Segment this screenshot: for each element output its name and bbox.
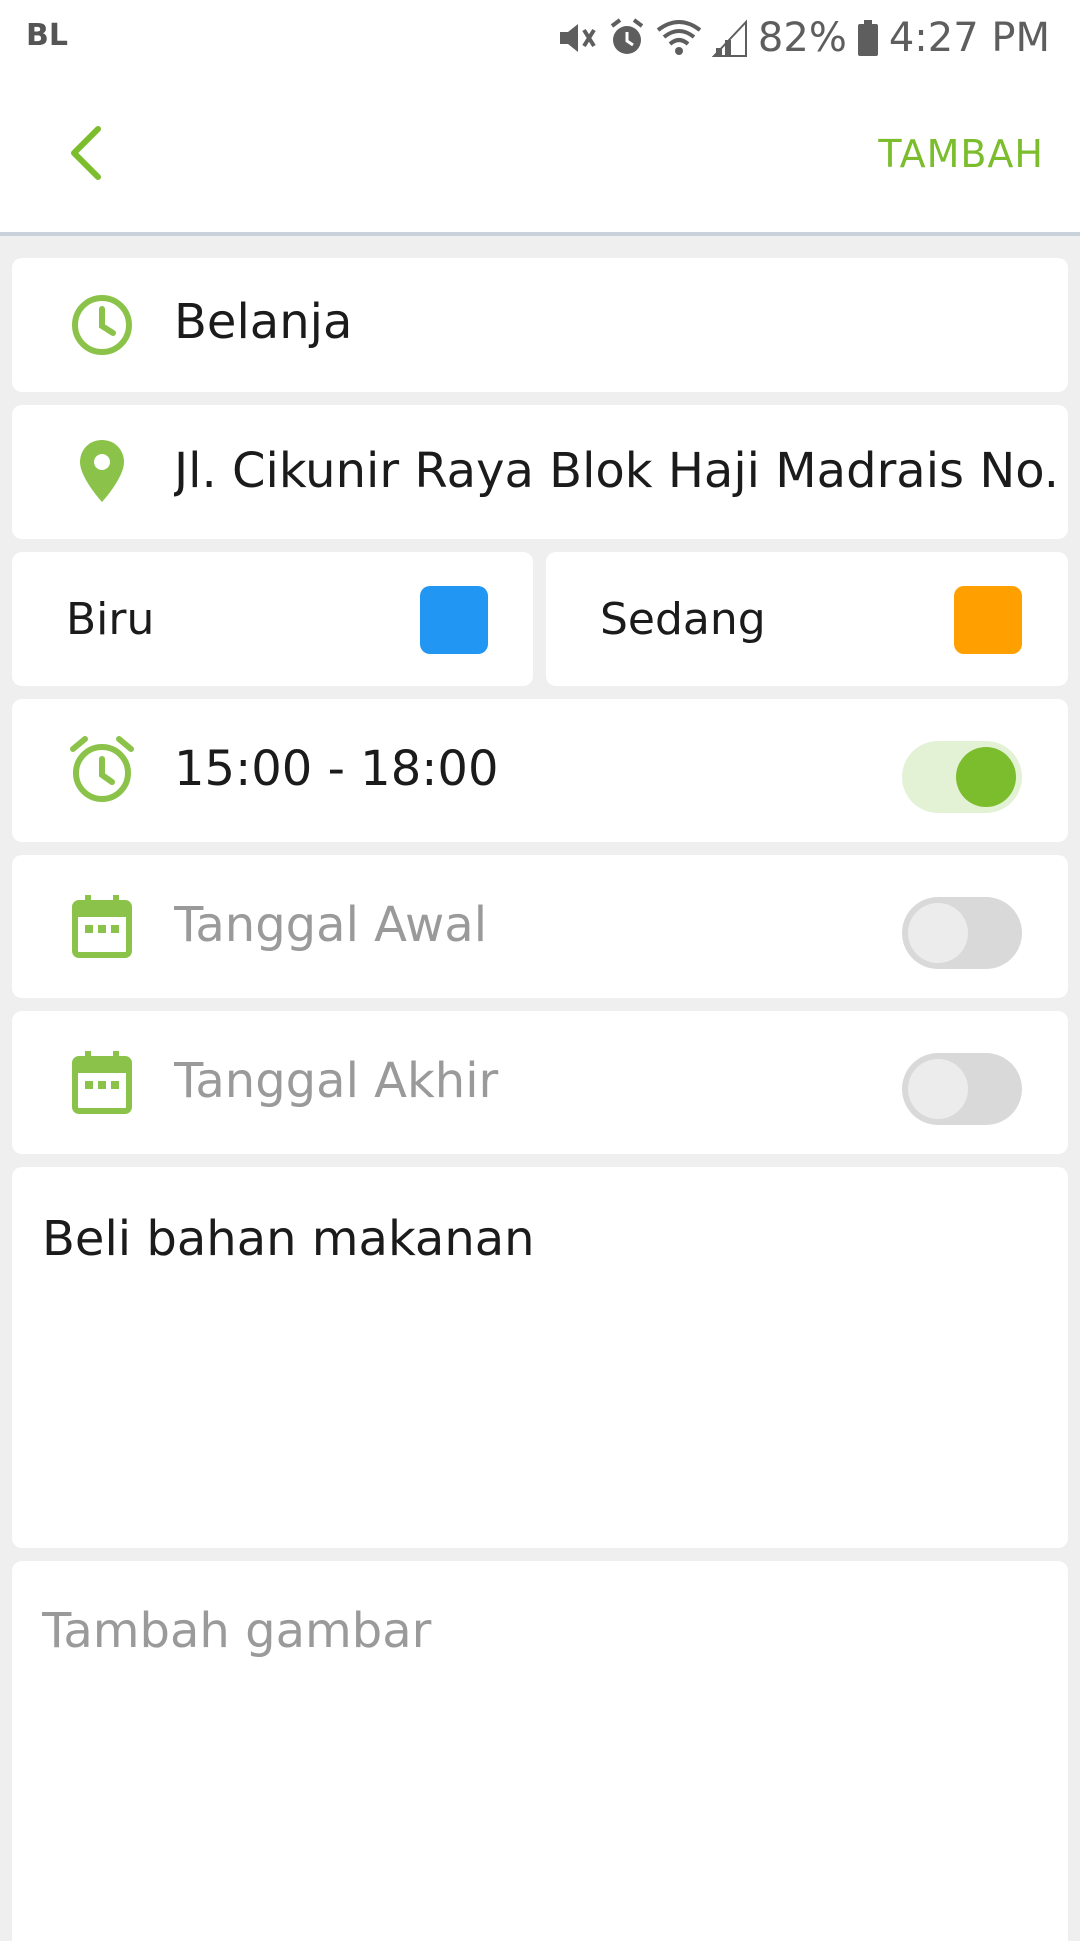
start-date-toggle-thumb	[908, 903, 968, 963]
carrier-label: BL	[26, 18, 68, 53]
color-selector[interactable]: Biru	[12, 552, 533, 686]
vibrate-mute-icon	[556, 18, 598, 58]
alarm-status-icon	[608, 18, 646, 58]
title-value: Belanja	[174, 294, 353, 350]
time-toggle-thumb	[956, 747, 1016, 807]
priority-label: Sedang	[600, 594, 766, 645]
note-field[interactable]: Beli bahan makanan	[12, 1167, 1068, 1548]
priority-selector[interactable]: Sedang	[546, 552, 1068, 686]
color-label: Biru	[66, 594, 155, 645]
clock-icon	[60, 288, 144, 362]
title-field[interactable]: Belanja	[12, 258, 1068, 392]
end-date-placeholder: Tanggal Akhir	[174, 1053, 499, 1109]
color-swatch	[420, 586, 488, 654]
alarm-clock-icon	[60, 731, 144, 809]
location-value: Jl. Cikunir Raya Blok Haji Madrais No.	[174, 443, 1054, 499]
signal-icon	[711, 18, 748, 58]
calendar-icon	[60, 887, 144, 965]
start-date-toggle[interactable]	[902, 897, 1022, 969]
start-date-placeholder: Tanggal Awal	[174, 897, 488, 953]
status-bar: BL 82% 4:27 PM	[0, 0, 1080, 76]
start-date-field[interactable]: Tanggal Awal	[12, 855, 1068, 998]
priority-swatch	[954, 586, 1022, 654]
clock-time: 4:27 PM	[888, 15, 1050, 61]
end-date-toggle[interactable]	[902, 1053, 1022, 1125]
time-field[interactable]: 15:00 - 18:00	[12, 699, 1068, 842]
time-toggle[interactable]	[902, 741, 1022, 813]
add-image-placeholder: Tambah gambar	[42, 1603, 432, 1659]
chevron-left-icon	[66, 125, 106, 185]
end-date-toggle-thumb	[908, 1059, 968, 1119]
toolbar: TAMBAH	[0, 76, 1080, 236]
back-button[interactable]	[56, 120, 116, 190]
status-icons: 82% 4:27 PM	[556, 10, 1050, 66]
end-date-field[interactable]: Tanggal Akhir	[12, 1011, 1068, 1154]
wifi-icon	[656, 18, 702, 58]
battery-percent: 82%	[757, 15, 847, 61]
add-button[interactable]: TAMBAH	[878, 132, 1044, 176]
time-value: 15:00 - 18:00	[174, 741, 499, 797]
location-pin-icon	[60, 433, 144, 509]
note-value: Beli bahan makanan	[42, 1211, 535, 1267]
calendar-icon	[60, 1043, 144, 1121]
add-image-area[interactable]: Tambah gambar	[12, 1561, 1068, 1941]
battery-icon	[857, 18, 879, 58]
location-field[interactable]: Jl. Cikunir Raya Blok Haji Madrais No.	[12, 405, 1068, 539]
